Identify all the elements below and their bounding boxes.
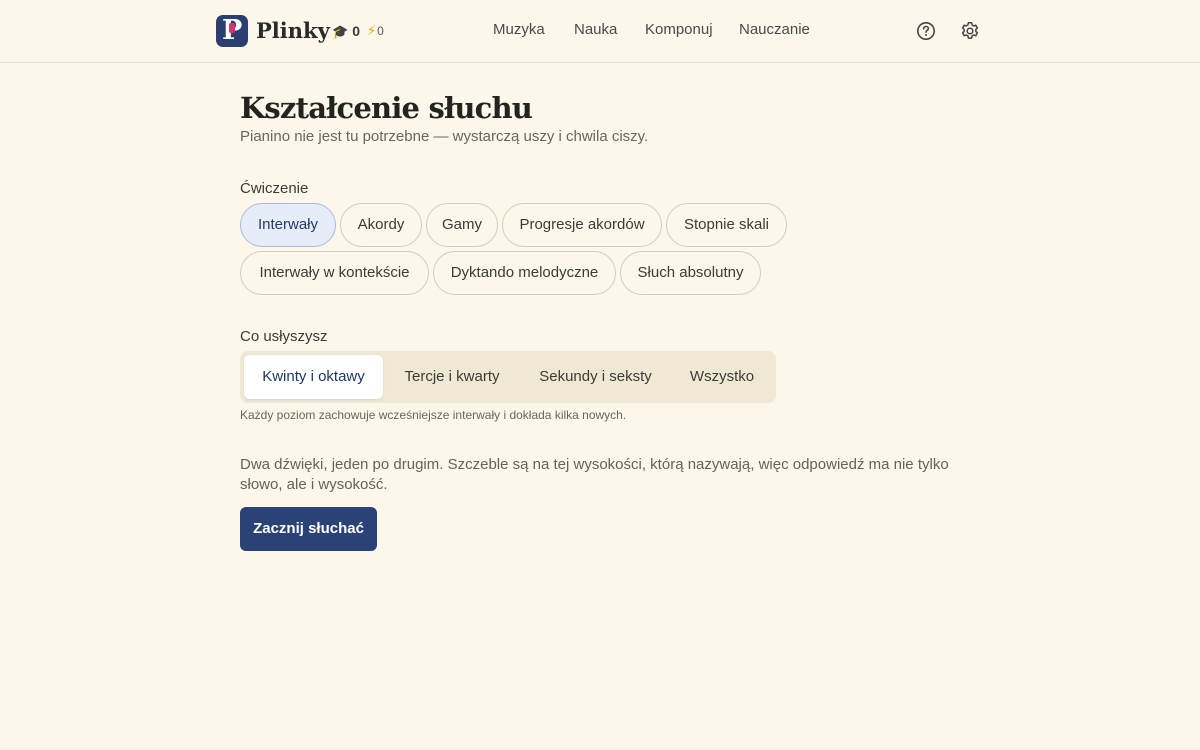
help-circle-icon	[917, 22, 935, 40]
page-subtitle: Pianino nie jest tu potrzebne — wystarcz…	[240, 128, 649, 145]
exercise-description: Dwa dźwięki, jeden po drugim. Szczeble s…	[240, 456, 949, 493]
graduation-stat: 🎓 0	[332, 21, 360, 42]
brand-name[interactable]: Plinky	[256, 17, 330, 45]
level-hint: Każdy poziom zachowuje wcześniejsze inte…	[240, 408, 627, 422]
plinky-logo-icon[interactable]: P	[216, 15, 248, 47]
chip-absolute-pitch[interactable]: Słuch absolutny	[620, 251, 761, 295]
chip-scale-degrees[interactable]: Stopnie skali	[666, 203, 787, 247]
streak-stat: ⚡0	[367, 21, 384, 41]
chip-chord-progressions[interactable]: Progresje akordów	[502, 203, 662, 247]
graduation-cap-icon: 🎓	[332, 24, 349, 39]
chip-chords[interactable]: Akordy	[340, 203, 422, 247]
hear-label: Co usłyszysz	[240, 328, 328, 345]
nav-music[interactable]: Muzyka	[493, 20, 545, 40]
nav-learn[interactable]: Nauka	[574, 20, 617, 40]
page-title: Kształcenie słuchu	[240, 91, 533, 125]
exercise-label: Ćwiczenie	[240, 180, 309, 197]
graduation-count: 0	[352, 23, 360, 39]
chip-scales[interactable]: Gamy	[426, 203, 498, 247]
level-seconds-sixths[interactable]: Sekundy i seksty	[521, 355, 670, 399]
bolt-count: 0	[377, 24, 384, 38]
level-everything[interactable]: Wszystko	[672, 355, 772, 399]
chip-intervals-in-context[interactable]: Interwały w kontekście	[240, 251, 429, 295]
help-button[interactable]	[915, 20, 937, 42]
nav-compose[interactable]: Komponuj	[645, 20, 713, 40]
chip-melodic-dictation[interactable]: Dyktando melodyczne	[433, 251, 616, 295]
level-selector: Kwinty i oktawy Tercje i kwarty Sekundy …	[240, 351, 776, 403]
level-thirds-fourths[interactable]: Tercje i kwarty	[385, 355, 519, 399]
level-fifths-octaves[interactable]: Kwinty i oktawy	[244, 355, 383, 399]
logo-accent	[229, 23, 235, 33]
chip-intervals[interactable]: Interwały	[240, 203, 336, 247]
settings-button[interactable]	[959, 20, 981, 42]
start-listening-button[interactable]: Zacznij słuchać	[240, 507, 377, 551]
nav-teaching[interactable]: Nauczanie	[739, 20, 810, 40]
gear-icon	[961, 22, 979, 39]
lightning-icon: ⚡	[367, 23, 377, 38]
top-bar: P Plinky 🎓0 ⚡0 Muzyka Nauka Komponuj Nau…	[0, 0, 1200, 63]
